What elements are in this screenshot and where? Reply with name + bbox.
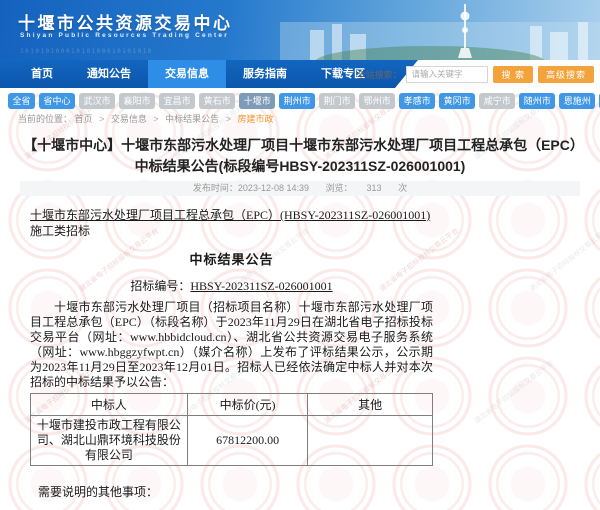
document-body: 十堰市东部污水处理厂项目工程总承包（EPC）(HBSY-202311SZ-026…	[30, 207, 433, 510]
project-reference-line: 十堰市东部污水处理厂项目工程总承包（EPC）(HBSY-202311SZ-026…	[30, 207, 433, 239]
bid-type-text: 施工类招标	[30, 224, 90, 238]
site-title: 十堰市公共资源交易中心	[18, 9, 233, 34]
region-button-enshi[interactable]: 恩施州	[559, 93, 595, 109]
views-unit: 次	[398, 183, 407, 193]
region-button-xiangyang[interactable]: 襄阳市	[119, 93, 155, 109]
nav-item-service-guide[interactable]: 服务指南	[226, 60, 304, 88]
region-button-yichang[interactable]: 宜昌市	[159, 93, 195, 109]
announcement-paragraph: 十堰市东部污水处理厂项目（招标项目名称）十堰市东部污水处理厂项目工程总承包（EP…	[30, 300, 433, 390]
breadcrumb-separator: >	[153, 114, 158, 124]
region-button-huangshi[interactable]: 黄石市	[199, 93, 235, 109]
search-button[interactable]: 搜 索	[493, 66, 533, 83]
region-button-shengzhongxin[interactable]: 省中心	[39, 93, 75, 109]
header-other: 其他	[308, 394, 433, 416]
table-header-row: 中标人 中标价(元) 其他	[31, 394, 433, 416]
region-button-wuhan[interactable]: 武汉市	[79, 93, 115, 109]
header-winner: 中标人	[31, 394, 188, 416]
table-row: 十堰市建投市政工程有限公司、湖北山鼎环境科技股份有限公司 67812200.00	[31, 416, 433, 466]
search-label: 全站搜索：	[356, 68, 401, 81]
article-meta: 发布时间：2023-12-08 14:39 浏览： 313 次	[20, 181, 580, 196]
site-subtitle: Shiyan Public Resources Trading Center	[20, 32, 229, 39]
breadcrumb-prefix: 当前的位置：	[18, 114, 72, 124]
city-skyline-image	[280, 0, 600, 60]
banner-binary-decoration: 10101010001010100010101010	[20, 48, 153, 55]
site-search: 全站搜索： 搜 索 高级搜索	[356, 60, 594, 88]
publish-time: 发布时间：2023-12-08 14:39	[193, 183, 309, 193]
breadcrumb-current-category[interactable]: 房建市政	[237, 114, 273, 124]
breadcrumb-trading-info[interactable]: 交易信息	[111, 114, 147, 124]
region-button-jingzhou[interactable]: 荆州市	[279, 93, 315, 109]
main-navbar: 首页 通知公告 交易信息 服务指南 下载专区 全站搜索： 搜 索 高级搜索	[0, 60, 600, 88]
page-body: 湖北省电子招标投标交易云平台湖北省电子招标投标交易云平台湖北省电子招标投标交易云…	[0, 88, 600, 510]
region-button-suizhou[interactable]: 随州市	[519, 93, 555, 109]
breadcrumb-separator: >	[99, 114, 104, 124]
cell-winner: 十堰市建投市政工程有限公司、湖北山鼎环境科技股份有限公司	[31, 416, 188, 466]
other-notes-heading: 需要说明的其他事项：	[38, 484, 433, 500]
page: 十堰市公共资源交易中心 Shiyan Public Resources Trad…	[0, 0, 600, 510]
region-button-jingmen[interactable]: 荆门市	[319, 93, 355, 109]
cell-other	[308, 416, 433, 466]
bid-number-label: 招标编号：	[130, 279, 190, 293]
result-table: 中标人 中标价(元) 其他 十堰市建投市政工程有限公司、湖北山鼎环境科技股份有限…	[30, 393, 433, 466]
header-banner: 十堰市公共资源交易中心 Shiyan Public Resources Trad…	[0, 0, 600, 60]
nav-items: 首页 通知公告 交易信息 服务指南 下载专区	[14, 60, 382, 88]
advanced-search-button[interactable]: 高级搜索	[538, 66, 594, 83]
project-name-underlined: 十堰市东部污水处理厂项目工程总承包（EPC）(HBSY-202311SZ-026…	[30, 208, 430, 222]
breadcrumb-separator: >	[226, 114, 231, 124]
cell-price: 67812200.00	[187, 416, 308, 466]
search-input[interactable]	[406, 66, 488, 83]
article-title: 【十堰市中心】十堰市东部污水处理厂项目十堰市东部污水处理厂项目工程总承包（EPC…	[0, 135, 600, 177]
announcement-heading: 中标结果公告	[30, 249, 433, 268]
breadcrumb: 当前的位置： 首页 > 交易信息 > 中标结果公告 > 房建市政	[0, 109, 600, 129]
breadcrumb-result-notices[interactable]: 中标结果公告	[165, 114, 219, 124]
nav-item-home[interactable]: 首页	[14, 60, 70, 88]
breadcrumb-home[interactable]: 首页	[75, 114, 93, 124]
region-button-quansheng[interactable]: 全省	[8, 93, 35, 109]
region-button-huanggang[interactable]: 黄冈市	[439, 93, 475, 109]
bid-number-line: 招标编号：HBSY-202311SZ-026001001	[30, 277, 433, 294]
region-button-xianning[interactable]: 咸宁市	[479, 93, 515, 109]
header-price: 中标价(元)	[187, 394, 308, 416]
nav-item-notices[interactable]: 通知公告	[70, 60, 148, 88]
bid-number-value: HBSY-202311SZ-026001001	[190, 279, 332, 293]
region-filter-bar: 全省 省中心 武汉市 襄阳市 宜昌市 黄石市 十堰市 荆州市 荆门市 鄂州市 孝…	[0, 88, 600, 109]
region-button-ezhou[interactable]: 鄂州市	[359, 93, 395, 109]
views-count: 313	[367, 183, 382, 193]
views-label: 浏览：	[326, 183, 353, 193]
region-button-shiyan[interactable]: 十堰市	[239, 93, 275, 109]
content: 全省 省中心 武汉市 襄阳市 宜昌市 黄石市 十堰市 荆州市 荆门市 鄂州市 孝…	[0, 88, 600, 510]
nav-item-trading-info[interactable]: 交易信息	[148, 60, 226, 88]
region-button-xiaogan[interactable]: 孝感市	[399, 93, 435, 109]
